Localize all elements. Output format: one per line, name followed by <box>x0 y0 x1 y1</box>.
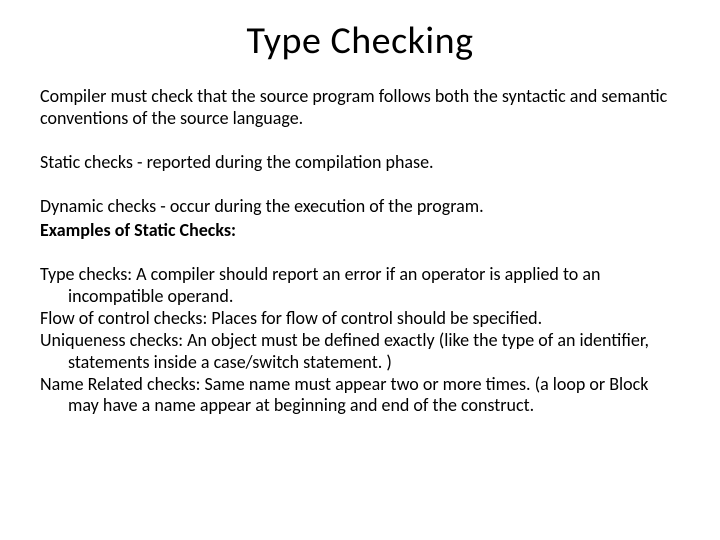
list-item: Flow of control checks: Places for flow … <box>40 308 680 330</box>
list-item: Name Related checks: Same name must appe… <box>40 374 680 418</box>
static-checks-line: Static checks - reported during the comp… <box>40 152 680 174</box>
slide-title: Type Checking <box>40 18 680 64</box>
list-item: Type checks: A compiler should report an… <box>40 264 680 308</box>
intro-paragraph: Compiler must check that the source prog… <box>40 86 680 130</box>
examples-heading: Examples of Static Checks: <box>40 220 680 242</box>
list-item: Uniqueness checks: An object must be def… <box>40 330 680 374</box>
static-checks-list: Type checks: A compiler should report an… <box>40 264 680 418</box>
dynamic-checks-line: Dynamic checks - occur during the execut… <box>40 196 680 218</box>
